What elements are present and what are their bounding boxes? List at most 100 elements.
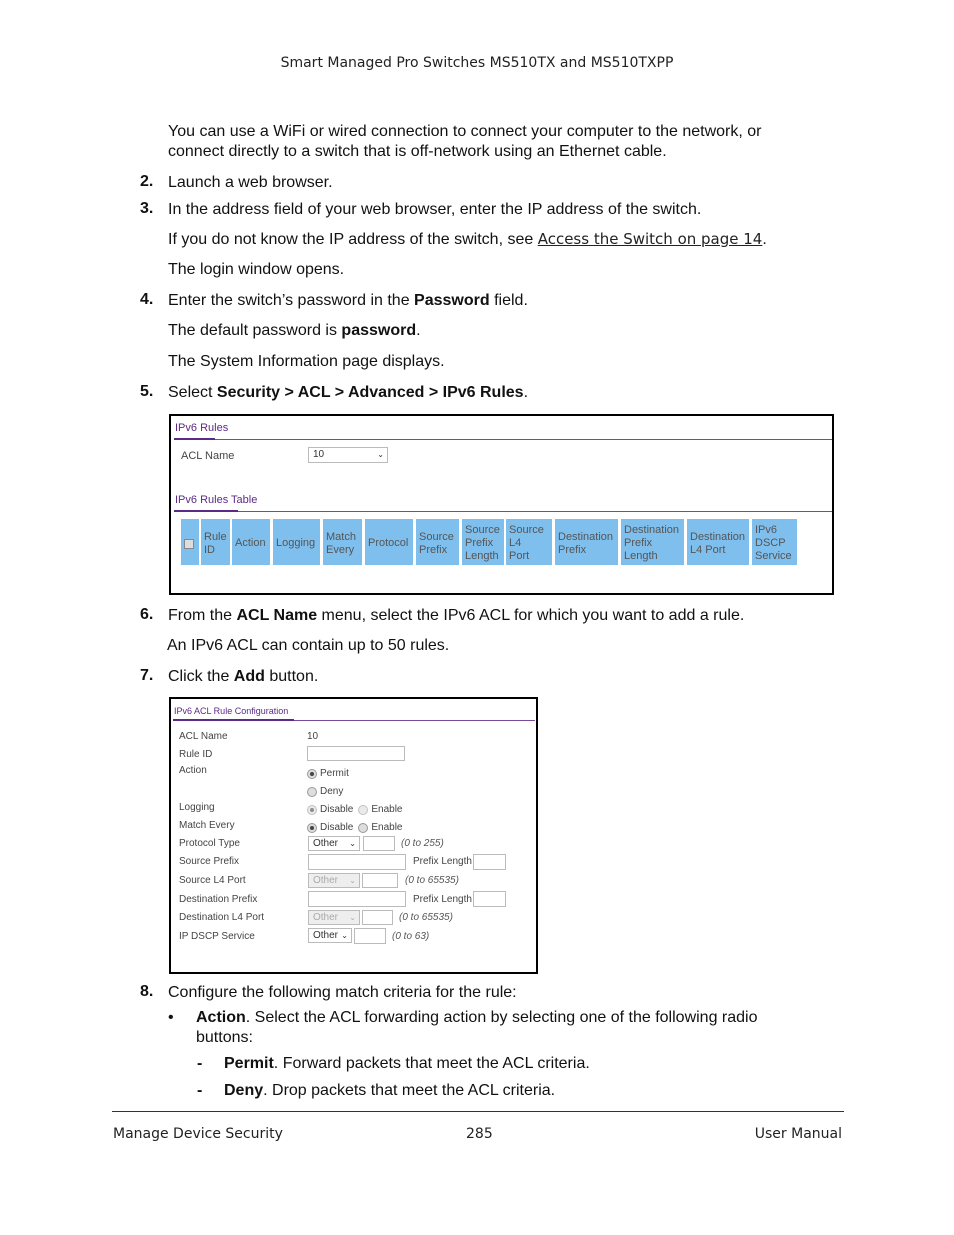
radio-selected-icon — [307, 768, 317, 779]
logging-label: Logging — [179, 802, 215, 813]
text: . Forward packets that meet the ACL crit… — [273, 1055, 590, 1072]
step-number: 5. — [140, 383, 154, 400]
enable-label: Enable — [371, 804, 403, 816]
login-opens-text: The login window opens. — [168, 261, 345, 278]
permit-radio[interactable]: Permit — [307, 765, 354, 783]
ip-dscp-service-select[interactable]: Other ⌄ — [308, 928, 352, 943]
text: field. — [489, 292, 528, 309]
section-underline — [174, 438, 215, 440]
ipv6-rules-screenshot — [169, 414, 834, 595]
protocol-number-input[interactable] — [363, 836, 395, 851]
source-l4-port-label: Source L4 Port — [179, 875, 246, 886]
section-divider — [174, 439, 832, 440]
col-protocol: Protocol — [365, 519, 413, 565]
source-prefix-label: Source Prefix — [179, 856, 240, 867]
bold-text: ACL Name — [236, 607, 318, 624]
match-every-radios[interactable]: Disable Enable — [307, 819, 408, 837]
action-bullet-text-2: buttons: — [196, 1029, 253, 1046]
section-underline — [173, 719, 294, 721]
step-number: 6. — [140, 606, 154, 623]
match-every-label: Match Every — [179, 820, 235, 831]
section-divider — [174, 511, 832, 512]
step-2-text: Launch a web browser. — [168, 174, 333, 191]
text: Enter the switch’s password in the — [168, 292, 415, 309]
destination-l4-port-input[interactable] — [362, 910, 393, 925]
page-number: 285 — [466, 1126, 493, 1142]
acl-name-value: 10 — [313, 449, 325, 460]
logging-radios[interactable]: Disable Enable — [307, 801, 408, 819]
col-logging: Logging — [273, 519, 320, 565]
col-rule-id: Rule ID — [201, 519, 230, 565]
default-password-text: The default password is password. — [168, 321, 421, 341]
chevron-down-icon: ⌄ — [377, 450, 384, 459]
text: . Select the ACL forwarding action by se… — [245, 1009, 758, 1026]
chevron-down-icon: ⌄ — [349, 839, 356, 848]
col-action: Action — [232, 519, 270, 565]
source-l4-port-input[interactable] — [362, 873, 398, 888]
acl-name-value: 10 — [307, 731, 319, 742]
col-source-prefix-length: Source Prefix Length — [462, 519, 504, 565]
intro-line-1: You can use a WiFi or wired connection t… — [168, 123, 762, 140]
dash-icon: - — [197, 1082, 203, 1099]
source-prefix-length-input[interactable] — [473, 854, 506, 870]
chevron-down-icon: ⌄ — [341, 931, 348, 940]
destination-prefix-length-input[interactable] — [473, 891, 506, 907]
permit-sub-item: Permit. Forward packets that meet the AC… — [224, 1054, 590, 1074]
protocol-type-select[interactable]: Other ⌄ — [308, 836, 360, 851]
col-match-every: Match Every — [323, 519, 362, 565]
col-destination-prefix: Destination Prefix — [555, 519, 618, 565]
rule-id-input[interactable] — [307, 746, 405, 761]
section-underline — [174, 510, 238, 512]
source-prefix-input[interactable] — [308, 854, 406, 870]
bold-text: Add — [233, 668, 265, 685]
running-header: Smart Managed Pro Switches MS510TX and M… — [280, 55, 674, 71]
destination-prefix-label: Destination Prefix — [179, 894, 258, 905]
step-number: 3. — [140, 200, 154, 217]
acl-rule-config-title: IPv6 ACL Rule Configuration — [174, 706, 289, 716]
select-all-header — [181, 519, 199, 565]
permit-label: Permit — [320, 768, 349, 780]
radio-icon — [307, 786, 317, 797]
destination-l4-port-select[interactable]: Other ⌄ — [308, 910, 360, 925]
source-l4-port-select[interactable]: Other ⌄ — [308, 873, 360, 888]
deny-label: Deny — [320, 786, 344, 798]
source-port-range-hint: (0 to 65535) — [405, 875, 459, 886]
bold-text: Security > ACL > Advanced > IPv6 Rules — [216, 384, 524, 401]
ipv6-rules-section-title: IPv6 Rules — [175, 422, 229, 434]
text: . — [523, 384, 529, 401]
system-info-text: The System Information page displays. — [168, 353, 445, 370]
select-value: Other — [313, 838, 339, 849]
dscp-value-input[interactable] — [354, 928, 386, 944]
select-all-checkbox[interactable] — [184, 538, 194, 549]
col-destination-l4-port: Destination L4 Port — [687, 519, 749, 565]
acl-name-select[interactable]: 10 ⌄ — [308, 447, 388, 463]
ipv6-rules-table-title: IPv6 Rules Table — [175, 494, 258, 506]
select-value: Other — [313, 930, 339, 941]
text: button. — [264, 668, 319, 685]
bold-text: Permit — [224, 1055, 274, 1072]
col-source-prefix: Source Prefix — [416, 519, 459, 565]
action-bullet-text: Action. Select the ACL forwarding action… — [196, 1008, 758, 1028]
chevron-down-icon: ⌄ — [349, 876, 356, 885]
bold-text: password — [341, 322, 417, 339]
text: . — [416, 322, 421, 339]
footer-manual: User Manual — [754, 1126, 842, 1142]
step-6-text: From the ACL Name menu, select the IPv6 … — [168, 606, 744, 626]
radio-icon — [358, 822, 369, 833]
dash-icon: - — [197, 1055, 203, 1072]
step-number: 7. — [140, 667, 154, 684]
step-number: 4. — [140, 291, 154, 308]
destination-l4-port-label: Destination L4 Port — [179, 912, 265, 923]
action-label: Action — [179, 765, 207, 776]
ip-dscp-service-label: IP DSCP Service — [179, 931, 255, 942]
bold-text: Action — [196, 1009, 246, 1026]
deny-radio[interactable]: Deny — [307, 783, 348, 801]
text: Click the — [168, 668, 234, 685]
enable-label: Enable — [371, 822, 403, 834]
radio-selected-icon — [307, 804, 317, 815]
destination-prefix-input[interactable] — [308, 891, 406, 907]
step-number: 8. — [140, 983, 154, 1000]
text: From the — [168, 607, 237, 624]
radio-selected-icon — [307, 822, 317, 833]
access-switch-link[interactable]: Access the Switch on page 14 — [538, 230, 763, 248]
